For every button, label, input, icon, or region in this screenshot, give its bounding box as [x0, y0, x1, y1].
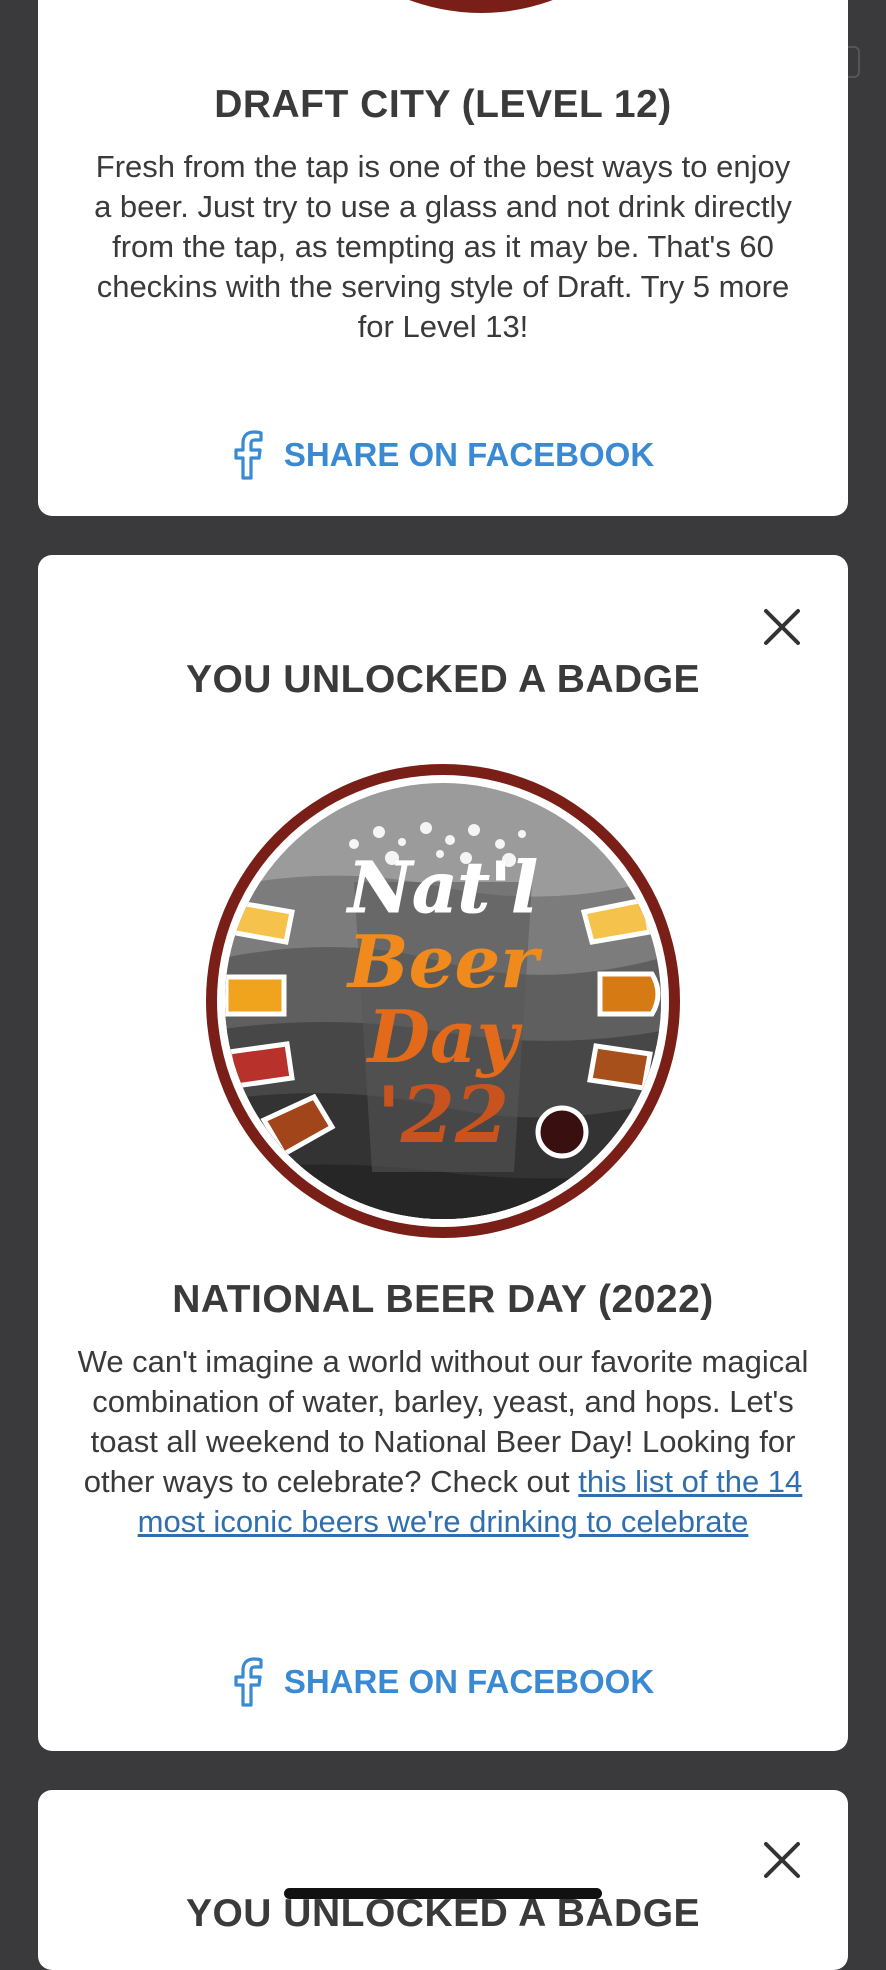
home-indicator[interactable]	[284, 1888, 602, 1899]
badge-title: DRAFT CITY (LEVEL 12)	[214, 83, 672, 126]
badge-card-national-beer-day: YOU UNLOCKED A BADGE Nat'l Beer Day '22 …	[38, 555, 848, 1751]
facebook-icon	[234, 430, 263, 480]
badge-description: We can't imagine a world without our fav…	[72, 1342, 814, 1542]
badge-title: NATIONAL BEER DAY (2022)	[172, 1278, 714, 1321]
facebook-icon	[234, 1657, 263, 1707]
share-on-facebook-button[interactable]: SHARE ON FACEBOOK	[38, 428, 848, 482]
share-on-facebook-button[interactable]: SHARE ON FACEBOOK	[38, 1655, 848, 1709]
unlocked-badge-heading: YOU UNLOCKED A BADGE	[185, 658, 701, 701]
draft-city-badge-image	[409, 0, 553, 13]
badge-art-text-day: Day	[366, 994, 523, 1079]
badge-art-text-natl: Nat'l	[346, 846, 538, 929]
close-icon[interactable]	[760, 605, 804, 649]
share-label: SHARE ON FACEBOOK	[283, 1663, 655, 1700]
badge-art-text-year: '22	[377, 1070, 509, 1161]
share-label: SHARE ON FACEBOOK	[283, 436, 655, 473]
national-beer-day-badge-image: Nat'l Beer Day '22	[206, 764, 680, 1238]
badge-art-text-beer: Beer	[346, 919, 543, 1004]
badge-description: Fresh from the tap is one of the best wa…	[94, 149, 792, 344]
close-icon[interactable]	[760, 1838, 804, 1882]
badge-card-next: YOU UNLOCKED A BADGE	[38, 1790, 848, 1970]
badge-card-draft-city: DRAFT CITY (LEVEL 12) Fresh from the tap…	[38, 0, 848, 516]
scroll-edge-indicator	[848, 46, 860, 78]
